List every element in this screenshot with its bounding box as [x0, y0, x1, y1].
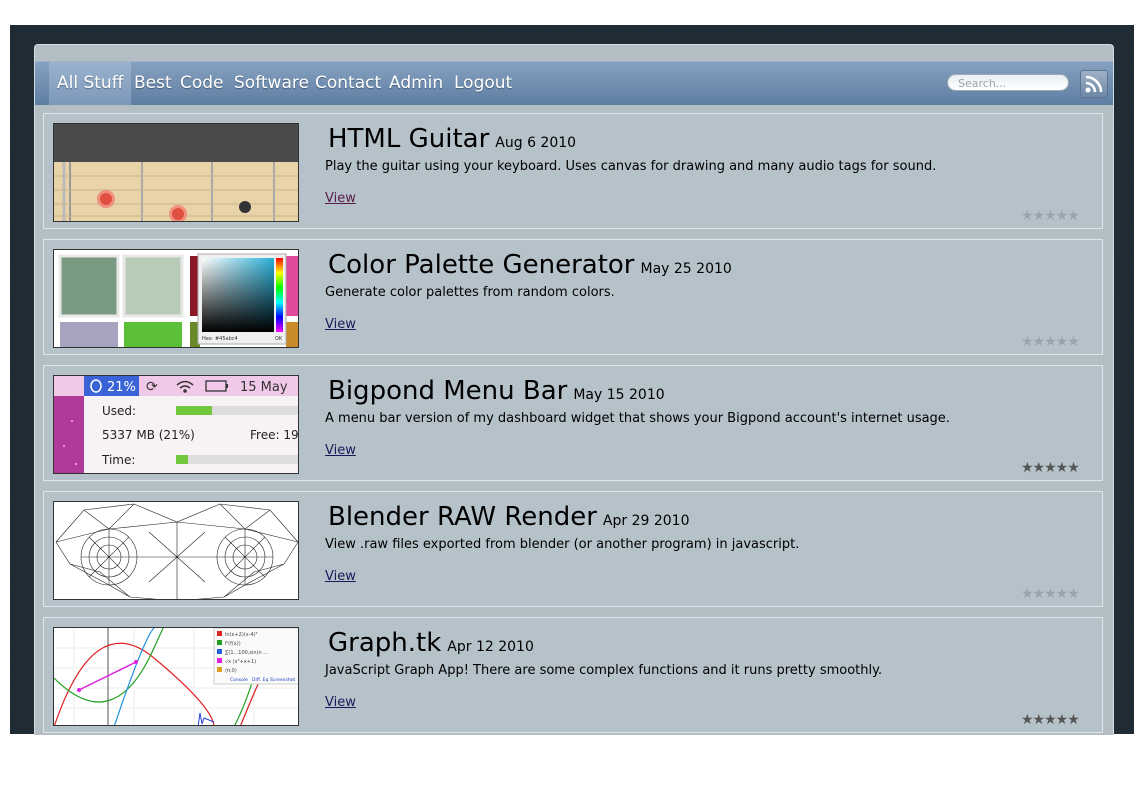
tab-console: Console — [230, 677, 248, 683]
nav-admin[interactable]: Admin — [389, 62, 443, 105]
sync-icon: ⟳ — [146, 379, 158, 395]
project-date: May 15 2010 — [573, 387, 665, 403]
content-panel: All Stuff Best Code Software Contact Adm… — [34, 44, 1114, 735]
star-rating[interactable]: ★★★★★ — [1021, 712, 1080, 728]
project-description: View .raw files exported from blender (o… — [325, 537, 800, 552]
project-date: Aug 6 2010 — [495, 135, 577, 151]
project-description: A menu bar version of my dashboard widge… — [325, 411, 950, 426]
project-title: Bigpond Menu Bar May 15 2010 — [328, 376, 665, 406]
view-link[interactable]: View — [325, 569, 356, 584]
blender-thumbnail[interactable] — [53, 501, 299, 600]
title-text: Graph.tk — [328, 628, 442, 658]
legend-entry-3: ∑(1...100,sin(n ... — [225, 650, 268, 656]
nav-best[interactable]: Best — [134, 62, 172, 105]
project-description: Play the guitar using your keyboard. Use… — [325, 159, 937, 174]
view-link[interactable]: View — [325, 191, 356, 206]
rss-icon — [1085, 75, 1103, 93]
star-rating[interactable]: ★★★★★ — [1021, 586, 1080, 602]
usage-percent: 21% — [107, 380, 136, 395]
legend-entry-1: ln(x+2)(x-4)² — [225, 632, 258, 638]
nav-code[interactable]: Code — [180, 62, 224, 105]
legend-entry-5: (π,0) — [225, 668, 237, 674]
tab-screenshot: Screenshot — [270, 677, 295, 683]
view-link[interactable]: View — [325, 317, 356, 332]
graph-thumbnail[interactable]: ln(x+2)(x-4)² f'(f(x)) ∑(1...100,sin(n .… — [53, 627, 299, 726]
free-amount: Free: 19 — [250, 428, 299, 442]
view-link[interactable]: View — [325, 695, 356, 710]
legend-entry-4: √x (x⁵+x+1) — [225, 659, 256, 665]
title-text: HTML Guitar — [328, 124, 490, 154]
star-rating[interactable]: ★★★★★ — [1021, 460, 1080, 476]
project-date: Apr 29 2010 — [602, 513, 690, 529]
project-description: Generate color palettes from random colo… — [325, 285, 615, 300]
time-label: Time: — [101, 453, 135, 467]
title-text: Blender RAW Render — [328, 502, 597, 532]
project-date: May 25 2010 — [640, 261, 732, 277]
project-date: Apr 12 2010 — [447, 639, 534, 655]
tab-diff-eq: Diff. Eq — [252, 677, 269, 683]
view-link[interactable]: View — [325, 443, 356, 458]
star-rating[interactable]: ★★★★★ — [1021, 334, 1080, 350]
project-card-color-palette: Hex: #45abc4 OK Color Palette Generator M… — [43, 239, 1103, 355]
nav-software[interactable]: Software — [234, 62, 309, 105]
title-text: Color Palette Generator — [328, 250, 635, 280]
title-text: Bigpond Menu Bar — [328, 376, 568, 406]
star-rating[interactable]: ★★★★★ — [1021, 208, 1080, 224]
nav-all-stuff[interactable]: All Stuff — [49, 62, 132, 105]
project-title: Blender RAW Render Apr 29 2010 — [328, 502, 689, 532]
hex-value-text: Hex: #45abc4 — [202, 336, 238, 342]
bigpond-thumbnail[interactable]: 21% ⟳ 15 May Used: 5337 MB (21%) Free: 1… — [53, 375, 299, 474]
project-card-bigpond: 21% ⟳ 15 May Used: 5337 MB (21%) Free: 1… — [43, 365, 1103, 481]
used-label: Used: — [102, 404, 136, 418]
project-title: Color Palette Generator May 25 2010 — [328, 250, 732, 280]
nav-logout[interactable]: Logout — [454, 62, 512, 105]
nav-contact[interactable]: Contact — [315, 62, 381, 105]
project-card-graph-tk: ln(x+2)(x-4)² f'(f(x)) ∑(1...100,sin(n .… — [43, 617, 1103, 733]
project-card-html-guitar: HTML Guitar Aug 6 2010 Play the guitar us… — [43, 113, 1103, 229]
ok-text: OK — [275, 336, 283, 342]
palette-thumbnail[interactable]: Hex: #45abc4 OK — [53, 249, 299, 348]
legend-entry-2: f'(f(x)) — [225, 641, 241, 647]
guitar-thumbnail[interactable] — [53, 123, 299, 222]
project-title: HTML Guitar Aug 6 2010 — [328, 124, 576, 154]
project-card-blender: Blender RAW Render Apr 29 2010 View .raw … — [43, 491, 1103, 607]
menubar-date: 15 May — [240, 380, 288, 395]
rss-feed-button[interactable] — [1080, 70, 1108, 98]
search-input[interactable]: Search... — [947, 74, 1069, 91]
project-title: Graph.tk Apr 12 2010 — [328, 628, 534, 658]
usage-amount: 5337 MB (21%) — [102, 428, 195, 442]
project-description: JavaScript Graph App! There are some com… — [325, 663, 883, 678]
nav-bar: All Stuff Best Code Software Contact Adm… — [35, 61, 1113, 105]
